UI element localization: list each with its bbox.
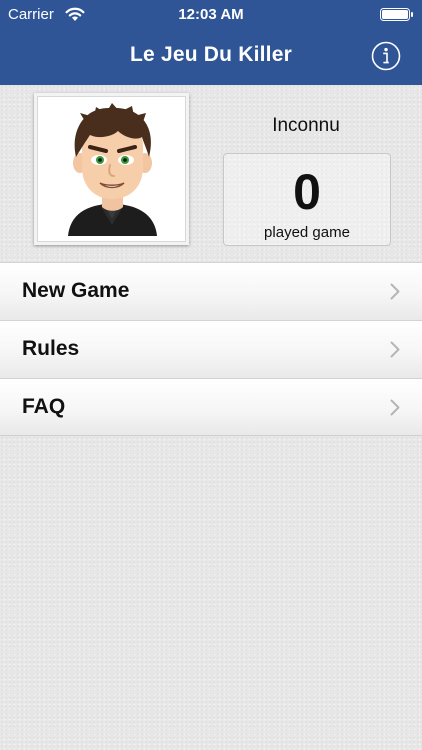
main-menu: New Game Rules FAQ — [0, 262, 422, 436]
chevron-right-icon — [390, 341, 400, 358]
status-bar: Carrier 12:03 AM — [0, 0, 422, 30]
profile-panel: Inconnu 0 played game — [0, 85, 422, 262]
played-games-stat: 0 played game — [223, 153, 391, 246]
played-games-count: 0 — [293, 164, 321, 220]
avatar[interactable] — [34, 93, 189, 245]
menu-item-faq[interactable]: FAQ — [0, 378, 422, 436]
player-name: Inconnu — [272, 115, 340, 136]
info-icon[interactable] — [371, 41, 401, 71]
avatar-icon — [68, 103, 157, 236]
menu-item-label: Rules — [22, 337, 80, 360]
menu-item-label: FAQ — [22, 395, 66, 418]
played-games-label: played game — [264, 224, 350, 241]
page-title: Le Jeu Du Killer — [130, 43, 292, 66]
menu-item-rules[interactable]: Rules — [0, 320, 422, 378]
battery-icon — [380, 8, 413, 21]
chevron-right-icon — [390, 283, 400, 300]
navigation-bar: Carrier 12:03 AM Le Jeu Du Killer — [0, 0, 422, 85]
clock: 12:03 AM — [178, 6, 244, 23]
menu-item-new-game[interactable]: New Game — [0, 262, 422, 320]
chevron-right-icon — [390, 399, 400, 416]
menu-item-label: New Game — [22, 279, 130, 302]
